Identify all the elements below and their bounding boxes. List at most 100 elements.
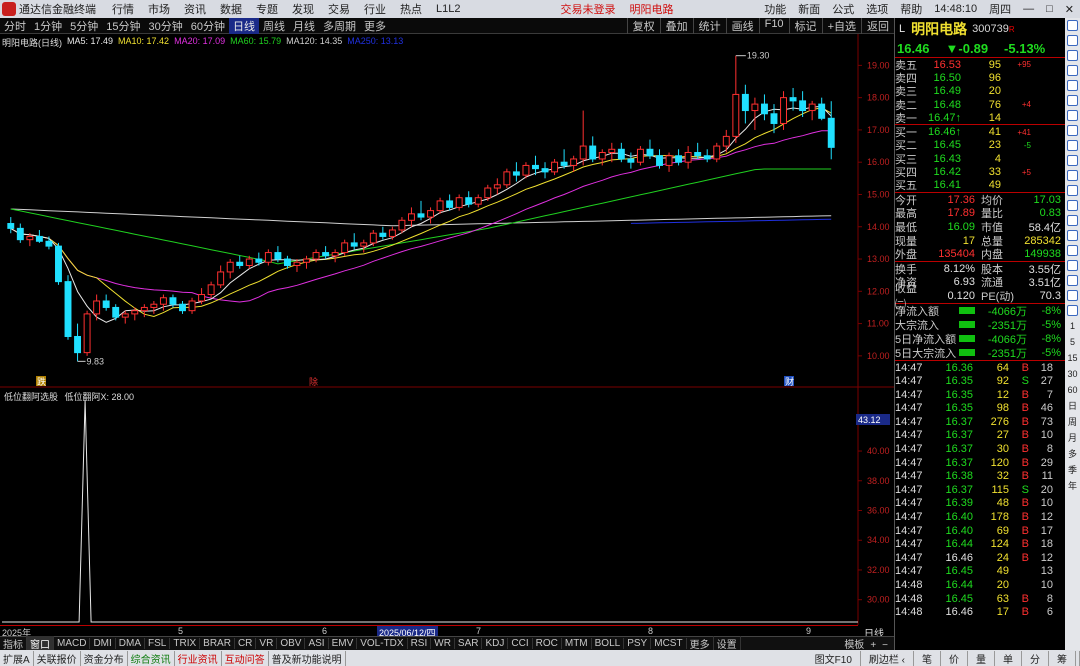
- tick-list[interactable]: 14:47 16.36 64 B 18 14:47 16.35 92 S 27 14:47 16.35…: [895, 361, 1065, 619]
- menu-item[interactable]: 发现: [292, 1, 314, 17]
- tool-icon[interactable]: [1067, 185, 1078, 196]
- status-fund[interactable]: 资金分布: [81, 650, 128, 666]
- period-shortcut[interactable]: 年: [1068, 478, 1077, 494]
- tool-icon[interactable]: [1067, 125, 1078, 136]
- status-sidebar[interactable]: 刷边栏 ‹: [861, 650, 914, 666]
- indicator-tab[interactable]: MCST: [651, 638, 687, 649]
- indicator-tab[interactable]: PSY: [624, 638, 652, 649]
- close-button[interactable]: ✕: [1065, 3, 1074, 16]
- status-tick[interactable]: 笔: [914, 650, 941, 666]
- ask-row[interactable]: 卖一 16.47↑ 14: [895, 111, 1065, 125]
- minimize-button[interactable]: —: [1023, 3, 1034, 15]
- tool-icon[interactable]: [1067, 20, 1078, 31]
- period-5min[interactable]: 5分钟: [66, 18, 102, 34]
- kline-chart[interactable]: 10.00 11.00 12.00 13.00 14.00 15.00 16.00 17.00…: [0, 34, 894, 625]
- toolbar-adjust[interactable]: 复权: [626, 17, 660, 34]
- toolbar-draw[interactable]: 画线: [725, 17, 759, 34]
- indicator-tab[interactable]: ROC: [533, 638, 562, 649]
- period-shortcut[interactable]: 季: [1068, 462, 1077, 478]
- tool-icon[interactable]: [1067, 80, 1078, 91]
- indicator-tab[interactable]: 设置: [714, 636, 741, 651]
- status-qa[interactable]: 互动问答: [222, 650, 269, 666]
- status-ext[interactable]: 扩展A: [0, 650, 34, 666]
- indicator-tab[interactable]: 窗口: [27, 636, 54, 651]
- indicator-tab[interactable]: FSL: [145, 638, 171, 649]
- menu-item[interactable]: 交易: [328, 1, 350, 17]
- indicator-tab[interactable]: OBV: [277, 638, 306, 649]
- status-vol[interactable]: 量: [968, 650, 995, 666]
- status-industry[interactable]: 行业资讯: [175, 650, 222, 666]
- tool-icon[interactable]: [1067, 155, 1078, 166]
- status-news[interactable]: 综合资讯: [128, 650, 175, 666]
- tool-icon[interactable]: [1067, 215, 1078, 226]
- menu-item[interactable]: 数据: [220, 1, 242, 17]
- tool-icon[interactable]: [1067, 95, 1078, 106]
- menu-item[interactable]: 行业: [364, 1, 386, 17]
- period-shortcut[interactable]: 1: [1070, 318, 1075, 334]
- period-60min[interactable]: 60分钟: [187, 18, 229, 34]
- indicator-tab[interactable]: KDJ: [482, 638, 509, 649]
- indicator-tab[interactable]: DMI: [90, 638, 116, 649]
- period-multi[interactable]: 多周期: [319, 18, 360, 34]
- menu-item[interactable]: 资讯: [184, 1, 206, 17]
- tool-icon[interactable]: [1067, 290, 1078, 301]
- bid-row[interactable]: 买五 16.41 49: [895, 179, 1065, 192]
- indicator-tab[interactable]: 指标: [0, 636, 27, 651]
- period-1m-time[interactable]: 分时: [0, 18, 30, 34]
- tool-icon[interactable]: [1067, 50, 1078, 61]
- status-single[interactable]: 单: [995, 650, 1022, 666]
- indicator-tab[interactable]: BRAR: [200, 638, 235, 649]
- indicator-tab[interactable]: DMA: [116, 638, 146, 649]
- tool-icon[interactable]: [1067, 170, 1078, 181]
- status-f10[interactable]: 图文F10: [807, 650, 861, 666]
- indicator-tab[interactable]: WR: [431, 638, 455, 649]
- tool-icon[interactable]: [1067, 35, 1078, 46]
- period-shortcut[interactable]: 周: [1068, 414, 1077, 430]
- period-15min[interactable]: 15分钟: [102, 18, 144, 34]
- menu-item-help[interactable]: 帮助: [900, 1, 922, 17]
- menu-item[interactable]: 市场: [148, 1, 170, 17]
- indicator-tab[interactable]: 更多: [687, 636, 714, 651]
- login-warning[interactable]: 交易未登录: [560, 1, 615, 17]
- period-shortcut[interactable]: 60: [1067, 382, 1077, 398]
- period-monthly[interactable]: 月线: [289, 18, 319, 34]
- period-shortcut[interactable]: 多: [1068, 446, 1077, 462]
- period-more[interactable]: 更多: [360, 18, 390, 34]
- menu-item-formula[interactable]: 公式: [832, 1, 854, 17]
- tool-icon[interactable]: [1067, 110, 1078, 121]
- menu-item[interactable]: 热点: [400, 1, 422, 17]
- tool-icon[interactable]: [1067, 230, 1078, 241]
- toolbar-mark[interactable]: 标记: [788, 17, 822, 34]
- indicator-tab[interactable]: CR: [235, 638, 257, 649]
- indicator-tab[interactable]: MACD: [54, 638, 91, 649]
- period-30min[interactable]: 30分钟: [145, 18, 187, 34]
- indicator-tab[interactable]: TRIX: [170, 638, 201, 649]
- indicator-tab[interactable]: ASI: [305, 638, 329, 649]
- toolbar-watchlist[interactable]: +自选: [821, 17, 861, 34]
- period-shortcut[interactable]: 30: [1067, 366, 1077, 382]
- toolbar-back[interactable]: 返回: [861, 17, 894, 34]
- maximize-button[interactable]: □: [1046, 3, 1053, 15]
- status-newfeature[interactable]: 普及新功能说明: [269, 650, 346, 666]
- indicator-tab[interactable]: MTM: [562, 638, 592, 649]
- period-shortcut[interactable]: 月: [1068, 430, 1077, 446]
- menu-item-function[interactable]: 功能: [764, 1, 786, 17]
- menu-item[interactable]: 行情: [112, 1, 134, 17]
- menu-item[interactable]: 专题: [256, 1, 278, 17]
- menu-item[interactable]: L1L2: [436, 3, 460, 15]
- indicator-tab[interactable]: RSI: [408, 638, 432, 649]
- period-shortcut[interactable]: 15: [1067, 350, 1077, 366]
- period-daily[interactable]: 日线: [229, 17, 259, 34]
- tool-icon[interactable]: [1067, 140, 1078, 151]
- tool-icon[interactable]: [1067, 65, 1078, 76]
- indicator-tab[interactable]: CCI: [508, 638, 533, 649]
- toolbar-overlay[interactable]: 叠加: [659, 17, 693, 34]
- period-shortcut[interactable]: 日: [1068, 398, 1077, 414]
- tool-icon[interactable]: [1067, 275, 1078, 286]
- toolbar-stats[interactable]: 统计: [692, 17, 726, 34]
- status-chip[interactable]: 筹: [1049, 650, 1076, 666]
- indicator-tab[interactable]: SAR: [455, 638, 483, 649]
- tool-icon[interactable]: [1067, 260, 1078, 271]
- indicator-tab[interactable]: EMV: [329, 638, 358, 649]
- period-1min[interactable]: 1分钟: [30, 18, 66, 34]
